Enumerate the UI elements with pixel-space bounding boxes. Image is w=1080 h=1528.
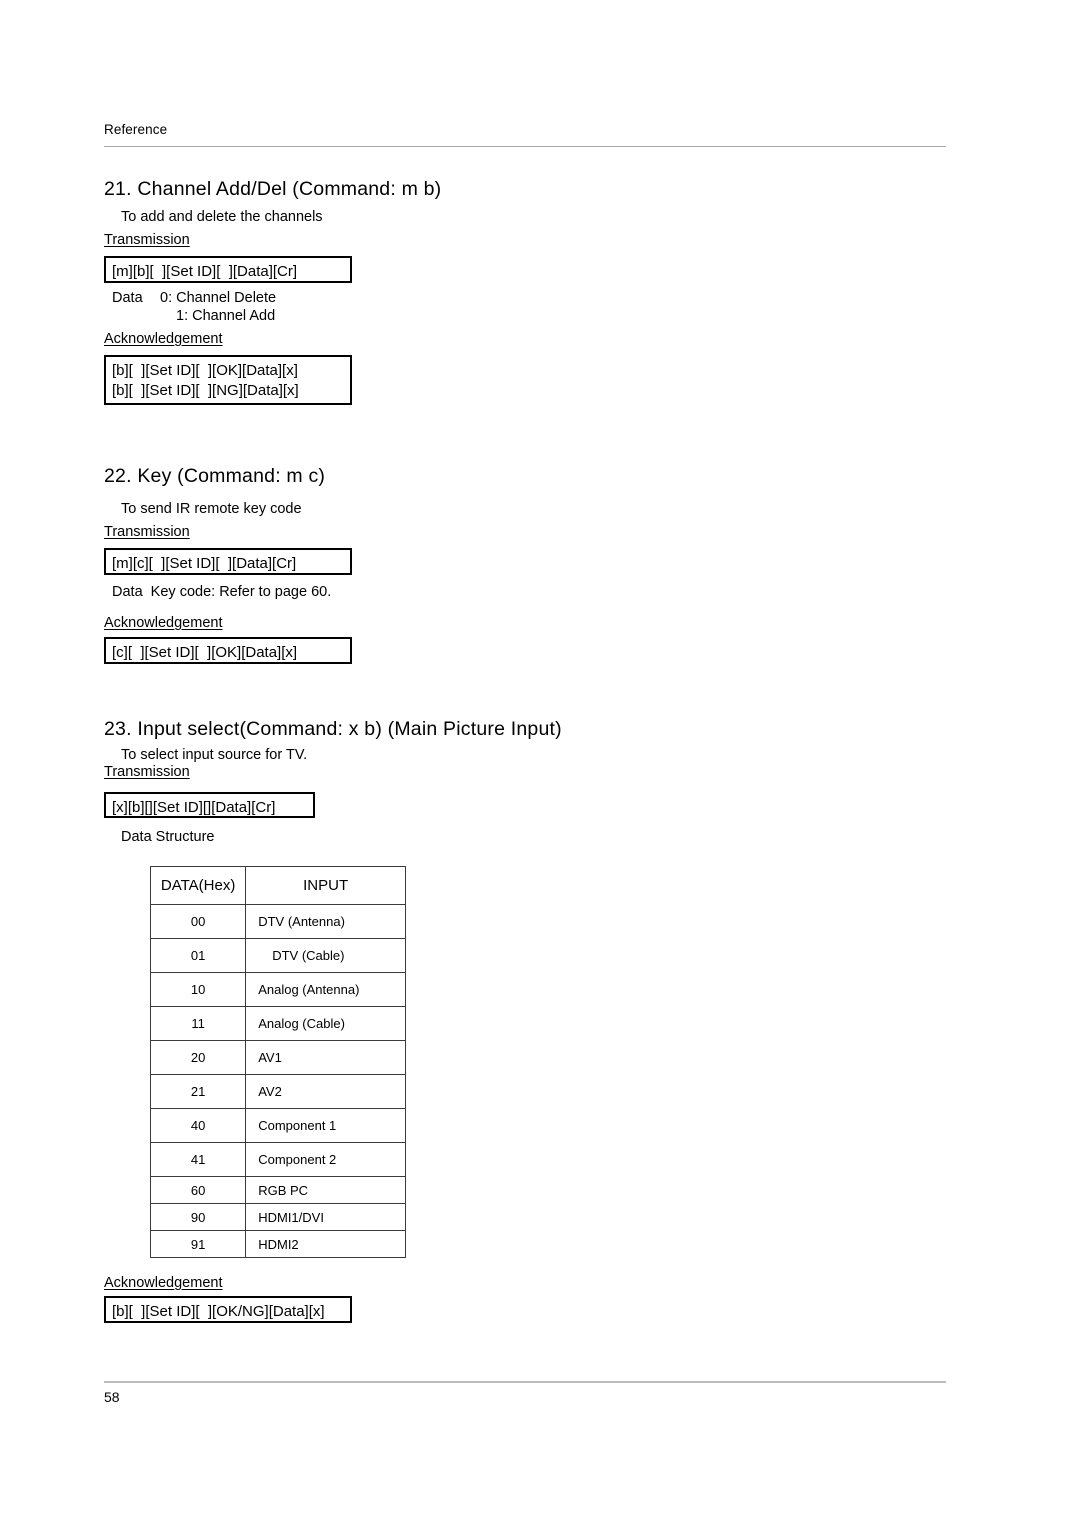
table-header-row: DATA(Hex) INPUT <box>149 866 406 905</box>
ack-string-ng: [b][ ][Set ID][ ][NG][Data][x] <box>112 382 299 399</box>
table-row: 60 RGB PC <box>149 1176 406 1204</box>
cell-input: AV2 <box>245 1074 406 1109</box>
section-23-transmission-box: [x][b][][Set ID][][Data][Cr] <box>104 792 315 818</box>
section-21-acknowledgement-box: [b][ ][Set ID][ ][OK][Data][x] [b][ ][Se… <box>104 355 352 405</box>
header-divider <box>104 146 946 147</box>
column-header-hex: DATA(Hex) <box>149 866 247 905</box>
cell-input: AV1 <box>245 1040 406 1075</box>
cell-hex: 91 <box>149 1230 247 1258</box>
cell-input: DTV (Antenna) <box>245 904 406 939</box>
section-23-transmission-label: Transmission <box>104 764 190 780</box>
cell-hex: 11 <box>149 1006 247 1041</box>
cell-hex: 00 <box>149 904 247 939</box>
table-row: 11 Analog (Cable) <box>149 1006 406 1041</box>
section-22-transmission-box: [m][c][ ][Set ID][ ][Data][Cr] <box>104 548 352 575</box>
section-21-acknowledgement-label: Acknowledgement <box>104 331 223 347</box>
cell-input: DTV (Cable) <box>245 938 406 973</box>
section-22-data-line: Data Key code: Refer to page 60. <box>112 584 332 600</box>
section-22-acknowledgement-label: Acknowledgement <box>104 615 223 631</box>
table-row: 91 HDMI2 <box>149 1230 406 1258</box>
table-row: 01 DTV (Cable) <box>149 938 406 973</box>
cell-hex: 21 <box>149 1074 247 1109</box>
section-21-title: 21. Channel Add/Del (Command: m b) <box>104 178 442 200</box>
table-row: 20 AV1 <box>149 1040 406 1075</box>
column-header-input: INPUT <box>245 866 406 905</box>
cell-input: RGB PC <box>245 1176 406 1204</box>
section-23-description: To select input source for TV. <box>121 747 308 763</box>
ack-string-ok: [b][ ][Set ID][ ][OK][Data][x] <box>112 362 298 379</box>
cell-hex: 10 <box>149 972 247 1007</box>
cell-hex: 01 <box>149 938 247 973</box>
cell-hex: 60 <box>149 1176 247 1204</box>
section-23-acknowledgement-label: Acknowledgement <box>104 1275 223 1291</box>
command-string: [m][b][ ][Set ID][ ][Data][Cr] <box>112 263 298 280</box>
table-row: 90 HDMI1/DVI <box>149 1203 406 1231</box>
table-row: 21 AV2 <box>149 1074 406 1109</box>
section-22-transmission-label: Transmission <box>104 524 190 540</box>
footer-divider <box>104 1381 946 1383</box>
document-page: Reference 21. Channel Add/Del (Command: … <box>0 0 1080 1528</box>
page-number: 58 <box>104 1389 120 1405</box>
section-21-description: To add and delete the channels <box>121 209 323 225</box>
section-23-title: 23. Input select(Command: x b) (Main Pic… <box>104 718 562 740</box>
command-string: [x][b][][Set ID][][Data][Cr] <box>112 799 276 816</box>
cell-hex: 40 <box>149 1108 247 1143</box>
table-row: 40 Component 1 <box>149 1108 406 1143</box>
ack-string-ok: [c][ ][Set ID][ ][OK][Data][x] <box>112 644 298 661</box>
cell-input: HDMI2 <box>245 1230 406 1258</box>
cell-input: Analog (Antenna) <box>245 972 406 1007</box>
section-23-acknowledgement-box: [b][ ][Set ID][ ][OK/NG][Data][x] <box>104 1296 352 1323</box>
cell-input: Component 2 <box>245 1142 406 1177</box>
section-22-acknowledgement-box: [c][ ][Set ID][ ][OK][Data][x] <box>104 637 352 664</box>
table-row: 41 Component 2 <box>149 1142 406 1177</box>
section-21-transmission-box: [m][b][ ][Set ID][ ][Data][Cr] <box>104 256 352 283</box>
section-21-data-value-0: 0: Channel Delete <box>160 290 277 306</box>
section-21-data-label: Data <box>112 290 143 306</box>
data-structure-table: DATA(Hex) INPUT 00 DTV (Antenna) 01 DTV (Ca… <box>149 866 406 1258</box>
cell-input: Analog (Cable) <box>245 1006 406 1041</box>
cell-hex: 20 <box>149 1040 247 1075</box>
command-string: [m][c][ ][Set ID][ ][Data][Cr] <box>112 555 297 572</box>
table-row: 00 DTV (Antenna) <box>149 904 406 939</box>
data-structure-label: Data Structure <box>121 829 215 845</box>
cell-input: Component 1 <box>245 1108 406 1143</box>
running-header-label: Reference <box>104 122 168 137</box>
cell-hex: 41 <box>149 1142 247 1177</box>
cell-hex: 90 <box>149 1203 247 1231</box>
cell-input: HDMI1/DVI <box>245 1203 406 1231</box>
ack-string-ok-ng: [b][ ][Set ID][ ][OK/NG][Data][x] <box>112 1303 325 1320</box>
section-21-transmission-label: Transmission <box>104 232 190 248</box>
section-21-data-value-1: 1: Channel Add <box>176 308 276 324</box>
table-row: 10 Analog (Antenna) <box>149 972 406 1007</box>
section-22-title: 22. Key (Command: m c) <box>104 465 326 487</box>
section-22-description: To send IR remote key code <box>121 501 302 517</box>
